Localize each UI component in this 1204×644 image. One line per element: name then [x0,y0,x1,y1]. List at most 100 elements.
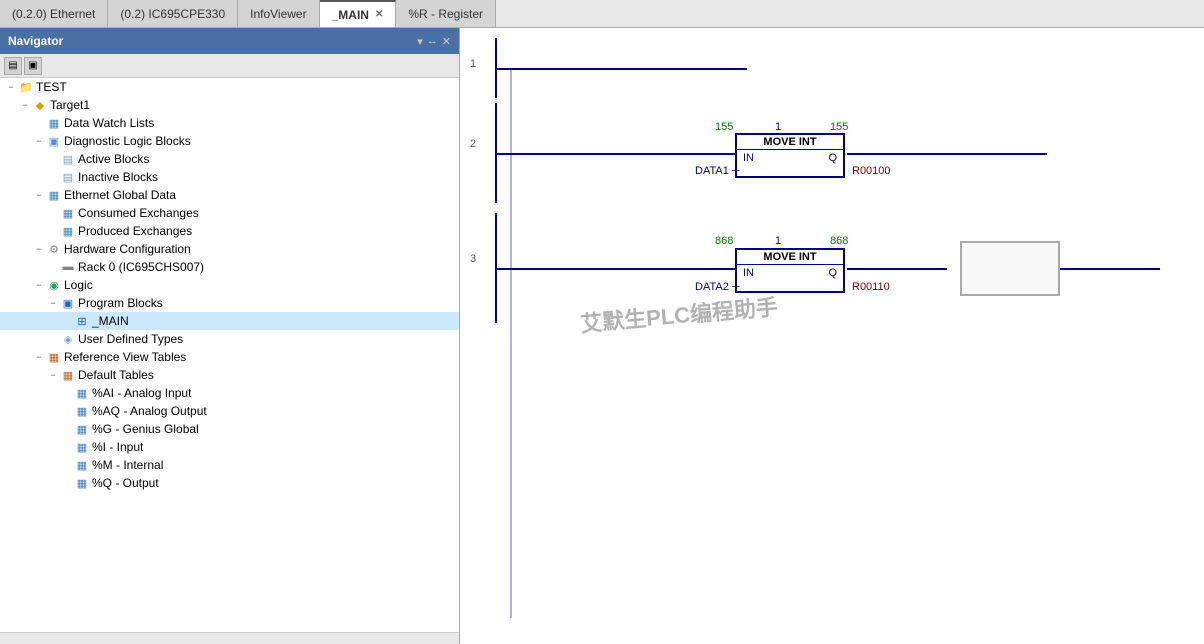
navigator-header: Navigator ▾ ↔ ✕ [0,28,459,54]
tree-item-input[interactable]: ▦%I - Input [0,438,459,456]
tree-item-inactiveblocks[interactable]: ▤Inactive Blocks [0,168,459,186]
block3-title: MOVE INT [737,250,843,265]
rung-number-1: 1 [470,58,476,70]
expand-logic[interactable]: − [32,278,46,292]
tree-item-hardwareconfig[interactable]: −⚙Hardware Configuration [0,240,459,258]
tree-item-rack0[interactable]: ▬Rack 0 (IC695CHS007) [0,258,459,276]
tree-panel[interactable]: −📁TEST−◆Target1▦Data Watch Lists−▣Diagno… [0,78,459,632]
tree-item-internal[interactable]: ▦%M - Internal [0,456,459,474]
expand-hardwareconfig[interactable]: − [32,242,46,256]
label-activeblocks: Active Blocks [78,152,149,166]
horizontal-scrollbar[interactable] [0,632,459,644]
tree-item-programblocks[interactable]: −▣Program Blocks [0,294,459,312]
tree-item-userdefinedtypes[interactable]: ◈User Defined Types [0,330,459,348]
icon-main: ⊞ [74,314,90,328]
move-int-block-2: MOVE INT IN Q [735,133,845,178]
expand-refviewtables[interactable]: − [32,350,46,364]
navigator-controls: ▾ ↔ ✕ [417,35,451,48]
tree-item-geniusglobal[interactable]: ▦%G - Genius Global [0,420,459,438]
tab-main[interactable]: _MAIN ✕ [320,0,397,27]
rung2-hline-right [847,153,1047,155]
dock-icon[interactable]: ↔ [427,35,438,48]
tree-item-analogoutput[interactable]: ▦%AQ - Analog Output [0,402,459,420]
toolbar-btn-2[interactable]: ▣ [24,57,42,75]
label-produced: Produced Exchanges [78,224,192,238]
tree-item-logic[interactable]: −◉Logic [0,276,459,294]
tree-item-defaulttables[interactable]: −▦Default Tables [0,366,459,384]
icon-logic: ◉ [46,278,62,292]
icon-refviewtables: ▦ [46,350,62,364]
label-output: %Q - Output [92,476,159,490]
block2-ports: IN Q [737,150,843,166]
label-logic: Logic [64,278,93,292]
label-test: TEST [36,80,67,94]
tab-register[interactable]: %R - Register [396,0,496,27]
tree-item-analoginput[interactable]: ▦%AI - Analog Input [0,384,459,402]
label-analogoutput: %AQ - Analog Output [92,404,207,418]
navigator-toolbar: ▤ ▣ [0,54,459,78]
label-ethernetglobal: Ethernet Global Data [64,188,176,202]
rung2-mid-val: 1 [775,121,781,133]
label-hardwareconfig: Hardware Configuration [64,242,191,256]
icon-userdefinedtypes: ◈ [60,332,76,346]
expand-test[interactable]: − [4,80,18,94]
expand-diaglogicblocks[interactable]: − [32,134,46,148]
icon-consumed: ▦ [60,206,76,220]
tree-item-consumed[interactable]: ▦Consumed Exchanges [0,204,459,222]
rung3-mid-val: 1 [775,235,781,247]
label-defaulttables: Default Tables [78,368,154,382]
tree-item-produced[interactable]: ▦Produced Exchanges [0,222,459,240]
tree-item-ethernetglobal[interactable]: −▦Ethernet Global Data [0,186,459,204]
rung3-hline-right [847,268,947,270]
expand-defaulttables[interactable]: − [46,368,60,382]
icon-produced: ▦ [60,224,76,238]
tree-item-target1[interactable]: −◆Target1 [0,96,459,114]
icon-target1: ◆ [32,98,48,112]
tree-item-datawatchlists[interactable]: ▦Data Watch Lists [0,114,459,132]
icon-output: ▦ [74,476,90,490]
label-userdefinedtypes: User Defined Types [78,332,183,346]
tree-item-output[interactable]: ▦%Q - Output [0,474,459,492]
rung3-data-label: DATA2 ─ [695,281,740,293]
rung3-out-val: 868 [830,235,848,247]
block2-out-port: Q [828,152,837,164]
rung2-hline-left [497,153,737,155]
rung3-hline-left [497,268,737,270]
rung2-out-val: 155 [830,121,848,133]
tab-infoviewer[interactable]: InfoViewer [238,0,319,27]
tree-item-main[interactable]: ⊞_MAIN [0,312,459,330]
tab-ethernet[interactable]: (0.2.0) Ethernet [0,0,108,27]
label-rack0: Rack 0 (IC695CHS007) [78,260,204,274]
tree-item-test[interactable]: −📁TEST [0,78,459,96]
tree-item-refviewtables[interactable]: −▦Reference View Tables [0,348,459,366]
block2-in-port: IN [743,152,754,164]
icon-analogoutput: ▦ [74,404,90,418]
icon-activeblocks: ▤ [60,152,76,166]
empty-block-3 [960,241,1060,296]
expand-target1[interactable]: − [18,98,32,112]
expand-programblocks[interactable]: − [46,296,60,310]
block3-ports: IN Q [737,265,843,281]
pin-icon[interactable]: ▾ [417,35,423,48]
rung3-hline-far [1060,268,1160,270]
label-diaglogicblocks: Diagnostic Logic Blocks [64,134,191,148]
expand-ethernetglobal[interactable]: − [32,188,46,202]
label-main: _MAIN [92,314,129,328]
close-nav-icon[interactable]: ✕ [442,35,451,48]
block2-title: MOVE INT [737,135,843,150]
label-target1: Target1 [50,98,90,112]
label-programblocks: Program Blocks [78,296,163,310]
rung2-in-val: 155 [715,121,733,133]
close-icon[interactable]: ✕ [375,9,383,20]
label-geniusglobal: %G - Genius Global [92,422,199,436]
icon-programblocks: ▣ [60,296,76,310]
tab-ic695[interactable]: (0.2) IC695CPE330 [108,0,238,27]
label-analoginput: %AI - Analog Input [92,386,191,400]
ladder-panel[interactable]: 艾默生PLC编程助手 1 2 [460,28,1204,644]
toolbar-btn-1[interactable]: ▤ [4,57,22,75]
tree-item-diaglogicblocks[interactable]: −▣Diagnostic Logic Blocks [0,132,459,150]
rung3-output-label: R00110 [852,281,890,293]
tree-item-activeblocks[interactable]: ▤Active Blocks [0,150,459,168]
rung-number-2: 2 [470,138,476,150]
rung3-in-val: 868 [715,235,733,247]
